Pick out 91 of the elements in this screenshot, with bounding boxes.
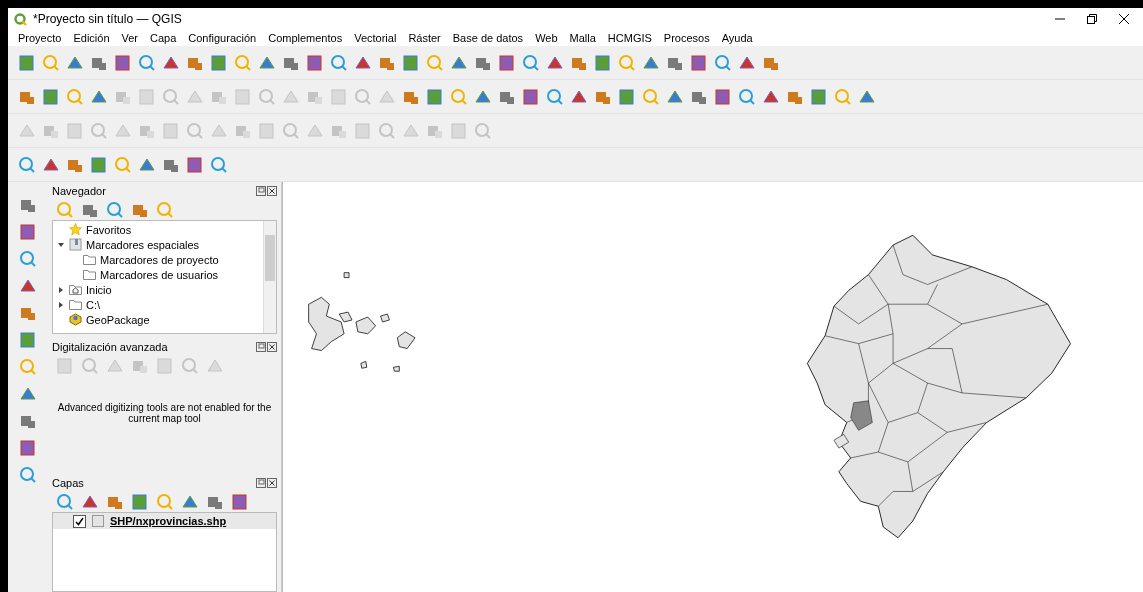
bookmark-icon	[69, 238, 82, 251]
folder-icon	[83, 254, 96, 265]
float-icon[interactable]	[256, 342, 266, 352]
info-message: Advanced digitizing tools are not enabled for the current map tool	[56, 401, 273, 426]
tool-icon[interactable]	[714, 53, 732, 72]
tree-item[interactable]: C:\	[53, 297, 263, 312]
tool-icon[interactable]	[18, 155, 36, 174]
expand-arrow-icon[interactable]	[58, 286, 64, 293]
tool-icon[interactable]	[330, 53, 348, 72]
tool-icon[interactable]	[19, 466, 37, 484]
menu-item[interactable]: Malla	[563, 32, 602, 44]
menu-item[interactable]: Configuración	[182, 32, 263, 44]
expand-arrow-icon[interactable]	[58, 301, 64, 308]
tree-item[interactable]: Favoritos	[53, 222, 263, 237]
tool-icon[interactable]	[131, 493, 149, 511]
close-icon[interactable]	[267, 342, 277, 352]
tool-icon[interactable]	[738, 87, 756, 106]
tree-item[interactable]: Marcadores espaciales	[53, 237, 263, 252]
tool-icon[interactable]	[402, 53, 420, 72]
menu-item[interactable]: HCMGIS	[601, 32, 658, 44]
tool-icon[interactable]	[210, 155, 228, 174]
window-title: *Proyecto sin título — QGIS	[33, 12, 183, 26]
menu-item[interactable]: Web	[529, 32, 564, 44]
tool-icon[interactable]	[19, 223, 37, 241]
tool-icon[interactable]	[90, 155, 108, 174]
tree-item-label: Marcadores de usuarios	[100, 268, 218, 281]
tree-item[interactable]: GeoPackage	[53, 312, 263, 327]
close-icon[interactable]	[1119, 14, 1129, 24]
tool-icon[interactable]	[19, 385, 37, 403]
tool-icon[interactable]	[306, 53, 324, 72]
tree-item-label: GeoPackage	[86, 313, 150, 326]
star-icon	[69, 223, 82, 236]
menu-item[interactable]: Capa	[144, 32, 183, 44]
tree-item-label: C:\	[86, 298, 101, 311]
panel-title: Navegador	[52, 185, 106, 197]
menu-item[interactable]: Base de datos	[446, 32, 530, 44]
tool-icon[interactable]	[19, 331, 37, 349]
tool-icon[interactable]	[18, 53, 36, 72]
menu-item[interactable]: Procesos	[657, 32, 716, 44]
panel-title: Capas	[52, 477, 84, 489]
tool-icon[interactable]	[42, 87, 60, 106]
tool-icon[interactable]	[19, 277, 37, 295]
tool-icon[interactable]	[690, 53, 708, 72]
close-icon[interactable]	[267, 478, 277, 488]
layer-name: SHP/nxprovincias.shp	[110, 515, 227, 527]
close-icon[interactable]	[267, 186, 277, 196]
float-icon[interactable]	[256, 186, 266, 196]
tree-item[interactable]: Inicio	[53, 282, 263, 297]
menu-item[interactable]: Ayuda	[715, 32, 759, 44]
tool-icon[interactable]	[618, 87, 636, 106]
folder-icon	[83, 269, 96, 280]
package-icon	[69, 313, 82, 326]
app-logo-icon	[14, 12, 27, 26]
float-icon[interactable]	[256, 478, 266, 488]
tree-item-label: Inicio	[86, 283, 112, 296]
menu-item[interactable]: Complementos	[262, 32, 349, 44]
tool-icon[interactable]	[594, 53, 612, 72]
menu-item[interactable]: Proyecto	[12, 32, 68, 44]
home-icon	[69, 284, 82, 295]
tool-icon[interactable]	[426, 87, 444, 106]
layer-checkbox[interactable]	[73, 514, 86, 528]
tree-item-label: Marcadores de proyecto	[100, 253, 219, 266]
tool-icon[interactable]	[210, 53, 228, 72]
menu-item[interactable]: Vectorial	[348, 32, 403, 44]
menu-item[interactable]: Edición	[67, 32, 116, 44]
tool-icon[interactable]	[522, 87, 540, 106]
layer-row[interactable]: SHP/nxprovincias.shp	[53, 513, 276, 529]
tree-item[interactable]: Marcadores de proyecto	[53, 252, 263, 267]
tool-icon[interactable]	[19, 439, 37, 457]
tool-icon[interactable]	[106, 201, 124, 219]
panel-title: Digitalización avanzada	[52, 341, 168, 353]
tool-icon[interactable]	[810, 87, 828, 106]
folder-icon	[69, 299, 82, 310]
tool-icon[interactable]	[138, 53, 156, 72]
tree-item-label: Favoritos	[86, 223, 132, 236]
menu-item[interactable]: Ver	[115, 32, 144, 44]
tool-icon[interactable]	[19, 250, 37, 268]
tool-icon[interactable]	[522, 53, 540, 72]
restore-icon[interactable]	[1087, 14, 1097, 24]
tool-icon[interactable]	[186, 155, 204, 174]
tree-item-label: Marcadores espaciales	[86, 238, 200, 251]
layer-symbol-icon	[92, 515, 104, 527]
tool-icon[interactable]	[114, 53, 132, 72]
tree-item[interactable]: Marcadores de usuarios	[53, 267, 263, 282]
tool-icon[interactable]	[231, 493, 249, 511]
tool-icon[interactable]	[714, 87, 732, 106]
scrollbar[interactable]	[263, 221, 276, 333]
tool-icon[interactable]	[498, 53, 516, 72]
tool-icon[interactable]	[546, 87, 564, 106]
menu-item[interactable]: Ráster	[402, 32, 447, 44]
collapse-arrow-icon[interactable]	[58, 241, 64, 248]
